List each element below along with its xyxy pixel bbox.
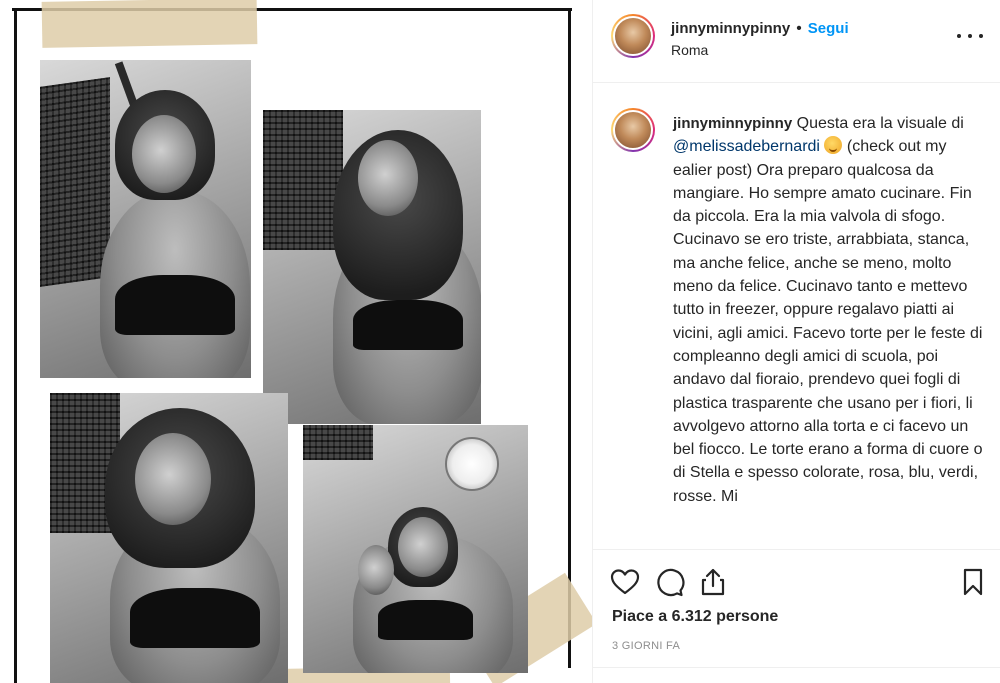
collage-photo-2	[263, 110, 481, 424]
lamp	[445, 437, 499, 491]
winking-face-emoji-icon	[824, 136, 843, 155]
header-user-line: jinnyminnypinny • Segui	[671, 20, 849, 37]
frame-border-left	[14, 8, 17, 683]
location-link[interactable]: Roma	[671, 42, 708, 58]
caption-username[interactable]: jinnyminnypinny	[673, 115, 792, 132]
heart-icon[interactable]	[609, 566, 641, 598]
collage-photo-4	[303, 425, 528, 673]
post-image[interactable]	[0, 0, 592, 683]
action-bar	[593, 560, 1000, 606]
post-timestamp[interactable]: 3 GIORNI FA	[612, 640, 680, 652]
collage-photo-1	[40, 60, 251, 378]
comments-area[interactable]: jinnyminnypinny Questa era la visuale di…	[593, 84, 1000, 550]
caption-text-before: Questa era la visuale di	[796, 115, 964, 132]
frame-border-right	[568, 8, 571, 668]
comment-icon[interactable]	[653, 566, 685, 598]
likes-count[interactable]: Piace a 6.312 persone	[612, 608, 778, 626]
caption-avatar[interactable]	[611, 108, 655, 152]
mention-link[interactable]: @melissadebernardi	[673, 138, 820, 155]
tape-top	[41, 0, 258, 48]
post-sidebar: jinnyminnypinny • Segui Roma jinnyminnyp…	[592, 0, 1000, 683]
share-icon[interactable]	[697, 566, 729, 598]
more-options-icon[interactable]	[957, 26, 983, 46]
separator-dot: •	[796, 20, 802, 37]
avatar[interactable]	[611, 14, 655, 58]
divider	[593, 667, 1000, 668]
collage-photo-3	[50, 393, 288, 683]
username-link[interactable]: jinnyminnypinny	[671, 20, 790, 37]
follow-button[interactable]: Segui	[808, 20, 849, 37]
caption-text-after: (check out my ealier post) Ora preparo q…	[673, 138, 983, 505]
post-header: jinnyminnypinny • Segui Roma	[593, 0, 1000, 83]
bookmark-icon[interactable]	[957, 566, 989, 598]
caption-text: jinnyminnypinny Questa era la visuale di…	[673, 112, 983, 508]
